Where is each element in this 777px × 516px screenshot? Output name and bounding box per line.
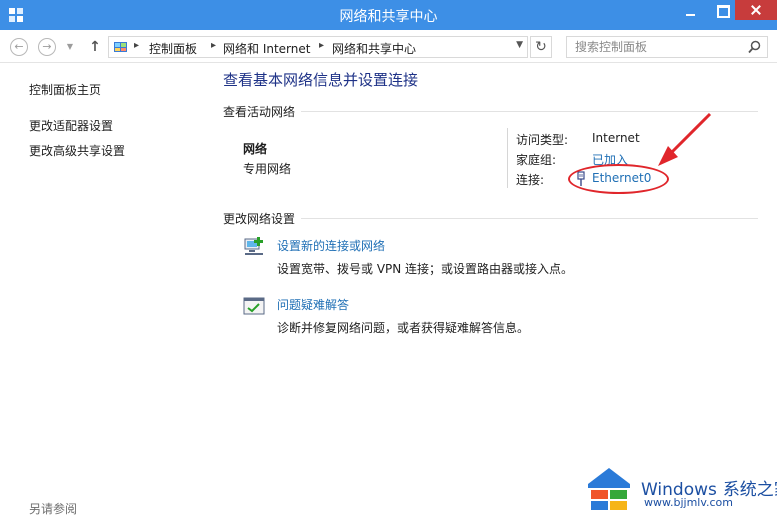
maximize-button[interactable] xyxy=(709,0,735,20)
watermark: Windows 系统之家 www.bjjmlv.com xyxy=(586,466,777,512)
new-connection-icon xyxy=(244,237,263,255)
windows-logo-icon xyxy=(588,468,630,510)
section-divider xyxy=(223,218,758,219)
access-type-value: Internet xyxy=(592,131,640,145)
see-also-label: 另请参阅 xyxy=(29,502,78,516)
active-networks-heading: 查看活动网络 xyxy=(223,103,302,120)
breadcrumb-separator[interactable]: ▸ xyxy=(211,40,216,51)
troubleshoot-icon xyxy=(243,297,265,315)
title-bar: 网络和共享中心 xyxy=(0,0,777,30)
search-box xyxy=(566,36,768,58)
sidebar-item-change-adapter-settings[interactable]: 更改适配器设置 xyxy=(29,117,113,134)
search-input[interactable] xyxy=(567,37,747,57)
annotation-arrow-icon xyxy=(658,112,712,166)
breadcrumb-separator[interactable]: ▸ xyxy=(319,40,324,51)
close-button[interactable] xyxy=(735,0,777,20)
search-icon[interactable] xyxy=(748,40,761,54)
back-button[interactable]: ← xyxy=(10,38,28,56)
troubleshoot-desc: 诊断并修复网络问题，或者获得疑难解答信息。 xyxy=(277,321,530,335)
control-panel-icon xyxy=(114,42,127,52)
address-bar: ← → ▼ ↑ ▸ 控制面板 ▸ 网络和 Internet ▸ 网络和共享中心 … xyxy=(0,30,777,63)
minimize-button[interactable] xyxy=(680,4,702,22)
refresh-button[interactable]: ↻ xyxy=(530,36,552,58)
page-title: 查看基本网络信息并设置连接 xyxy=(223,71,419,89)
watermark-url: www.bjjmlv.com xyxy=(644,496,733,509)
homegroup-label: 家庭组: xyxy=(516,153,557,167)
vertical-divider xyxy=(507,128,508,188)
sidebar-item-change-advanced-sharing[interactable]: 更改高级共享设置 xyxy=(29,142,125,159)
recent-locations-button[interactable]: ▼ xyxy=(64,41,76,53)
up-button[interactable]: ↑ xyxy=(86,38,104,56)
sidebar-item-control-panel-home[interactable]: 控制面板主页 xyxy=(29,81,101,98)
breadcrumb-control-panel[interactable]: 控制面板 xyxy=(149,40,197,57)
window-title: 网络和共享中心 xyxy=(339,9,438,25)
change-network-settings-heading: 更改网络设置 xyxy=(223,210,302,227)
breadcrumb-separator[interactable]: ▸ xyxy=(134,40,139,51)
network-type: 专用网络 xyxy=(243,162,292,176)
network-name: 网络 xyxy=(243,142,268,156)
chevron-down-icon[interactable]: ▼ xyxy=(516,40,523,50)
address-box[interactable]: ▸ 控制面板 ▸ 网络和 Internet ▸ 网络和共享中心 ▼ xyxy=(108,36,528,58)
breadcrumb-network-internet[interactable]: 网络和 Internet xyxy=(223,40,310,57)
setup-new-connection-desc: 设置宽带、拨号或 VPN 连接；或设置路由器或接入点。 xyxy=(277,262,574,276)
access-type-label: 访问类型: xyxy=(516,133,569,147)
troubleshoot-link[interactable]: 问题疑难解答 xyxy=(277,296,349,313)
breadcrumb-network-sharing-center[interactable]: 网络和共享中心 xyxy=(332,40,416,57)
forward-button[interactable]: → xyxy=(38,38,56,56)
connection-label: 连接: xyxy=(516,173,545,187)
setup-new-connection-link[interactable]: 设置新的连接或网络 xyxy=(277,237,385,254)
